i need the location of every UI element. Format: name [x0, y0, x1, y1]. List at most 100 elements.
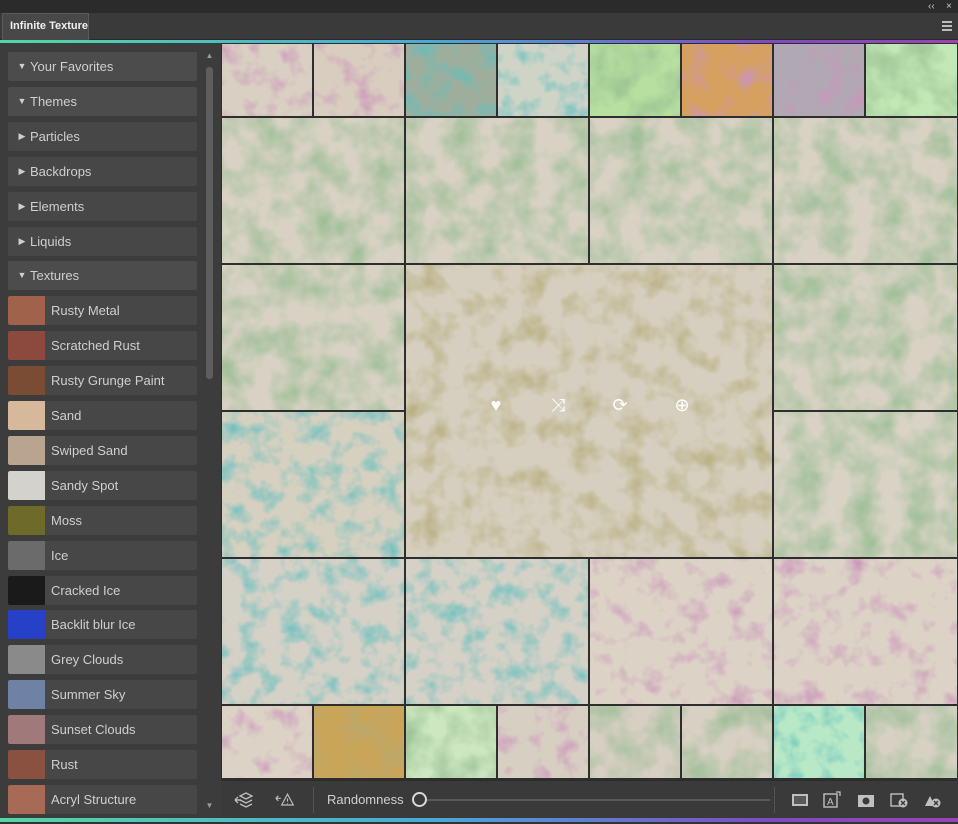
category-themes[interactable]: ▼ Themes	[8, 86, 197, 116]
texture-tile[interactable]	[222, 559, 404, 704]
texture-item-summer-sky[interactable]: Summer Sky	[8, 680, 197, 710]
shuffle-icon[interactable]: ⤨	[547, 394, 569, 416]
texture-item-backlit-blur-ice[interactable]: Backlit blur Ice	[8, 610, 197, 640]
texture-item-acryl-structure[interactable]: Acryl Structure	[8, 784, 197, 814]
texture-tile[interactable]	[314, 706, 404, 778]
panel-menu-icon[interactable]	[942, 21, 952, 31]
texture-label: Rusty Grunge Paint	[51, 373, 165, 389]
sidebar-scrollbar[interactable]: ▲ ▼	[204, 51, 215, 811]
canvas-icon[interactable]	[790, 791, 810, 809]
texture-tile[interactable]	[406, 44, 496, 116]
layers-export-icon[interactable]	[233, 791, 253, 809]
texture-thumbnail	[8, 645, 45, 675]
collapsed-chevron-icon: ▶	[18, 235, 26, 246]
close-panel-icon[interactable]: ×	[946, 1, 952, 12]
randomness-slider-knob[interactable]	[412, 792, 427, 807]
texture-tile[interactable]	[498, 44, 588, 116]
texture-item-ice[interactable]: Ice	[8, 540, 197, 570]
category-label: Particles	[30, 128, 80, 144]
texture-label: Rusty Metal	[51, 303, 120, 319]
preview-actions: ♥ ⤨ ⟳ ⊕	[406, 265, 772, 558]
texture-tile[interactable]	[866, 44, 957, 116]
texture-thumbnail	[8, 401, 45, 430]
texture-item-scratched-rust[interactable]: Scratched Rust	[8, 331, 197, 361]
import-warning-icon[interactable]	[275, 791, 295, 809]
refresh-icon[interactable]: ⟳	[609, 394, 631, 416]
texture-tile[interactable]	[222, 412, 404, 557]
texture-thumbnail	[8, 540, 45, 570]
texture-label: Sunset Clouds	[51, 722, 136, 738]
camera-icon[interactable]	[856, 791, 876, 809]
texture-tile[interactable]	[774, 44, 864, 116]
texture-tile[interactable]	[590, 118, 772, 263]
texture-tile[interactable]	[222, 265, 404, 410]
texture-thumbnail	[8, 715, 45, 745]
texture-label: Swiped Sand	[51, 442, 128, 458]
texture-tile[interactable]	[406, 559, 588, 704]
texture-tile[interactable]	[774, 412, 957, 557]
texture-item-sandy-spot[interactable]: Sandy Spot	[8, 470, 197, 500]
tab-infinite-texture[interactable]: Infinite Texture	[2, 13, 89, 40]
texture-tile[interactable]	[498, 706, 588, 778]
texture-item-cracked-ice[interactable]: Cracked Ice	[8, 575, 197, 605]
category-backdrops[interactable]: ▶ Backdrops	[8, 156, 197, 186]
texture-tile[interactable]	[406, 118, 588, 263]
favorite-icon[interactable]: ♥	[485, 394, 507, 416]
panel-title-strip: ‹‹ ×	[0, 0, 958, 13]
expanded-chevron-icon: ▼	[17, 270, 27, 281]
texture-tile[interactable]	[774, 265, 957, 410]
texture-label: Ice	[51, 547, 69, 563]
texture-tile[interactable]	[682, 44, 772, 116]
texture-label: Sand	[51, 408, 82, 423]
texture-tile[interactable]	[774, 706, 864, 778]
category-liquids[interactable]: ▶ Liquids	[8, 226, 197, 256]
texture-thumbnail	[8, 610, 45, 640]
texture-tile[interactable]	[222, 706, 312, 778]
clear-style-icon[interactable]	[922, 791, 942, 809]
add-icon[interactable]: ⊕	[671, 394, 693, 416]
category-textures[interactable]: ▼ Textures	[8, 261, 197, 291]
collapse-panel-icon[interactable]: ‹‹	[928, 1, 935, 12]
texture-item-rusty-grunge-paint[interactable]: Rusty Grunge Paint	[8, 366, 197, 396]
tab-bar: Infinite Texture	[0, 13, 958, 40]
category-label: Textures	[30, 268, 80, 284]
scroll-thumb[interactable]	[206, 67, 213, 379]
infinite-texture-panel: ‹‹ × Infinite Texture ▼ Your Favorites ▼ Th…	[0, 0, 958, 824]
texture-item-grey-clouds[interactable]: Grey Clouds	[8, 645, 197, 675]
remove-layer-icon[interactable]	[889, 791, 909, 809]
texture-tile[interactable]	[774, 559, 957, 704]
scroll-down-icon[interactable]: ▼	[204, 801, 215, 811]
texture-tile[interactable]	[406, 706, 496, 778]
texture-item-swiped-sand[interactable]: Swiped Sand	[8, 435, 197, 465]
texture-tile[interactable]	[222, 44, 312, 116]
texture-tile[interactable]	[222, 118, 404, 263]
category-your-favorites[interactable]: ▼ Your Favorites	[8, 52, 197, 81]
category-particles[interactable]: ▶ Particles	[8, 121, 197, 151]
texture-item-sand[interactable]: Sand	[8, 401, 197, 430]
scroll-up-icon[interactable]: ▲	[204, 51, 215, 61]
text-frame-icon[interactable]: A	[822, 791, 842, 809]
randomness-slider-track[interactable]	[420, 799, 770, 801]
texture-label: Backlit blur Ice	[51, 617, 136, 633]
texture-item-sunset-clouds[interactable]: Sunset Clouds	[8, 715, 197, 745]
texture-tile[interactable]	[590, 44, 680, 116]
texture-tile[interactable]	[774, 118, 957, 263]
texture-thumbnail	[8, 784, 45, 814]
texture-tile[interactable]	[682, 706, 772, 778]
texture-label: Rust	[51, 757, 78, 772]
texture-tile[interactable]	[866, 706, 957, 778]
texture-label: Summer Sky	[51, 687, 126, 703]
texture-label: Sandy Spot	[51, 477, 119, 493]
texture-thumbnail	[8, 366, 45, 396]
texture-item-moss[interactable]: Moss	[8, 505, 197, 535]
texture-thumbnail	[8, 750, 45, 779]
category-elements[interactable]: ▶ Elements	[8, 191, 197, 221]
texture-item-rusty-metal[interactable]: Rusty Metal	[8, 296, 197, 326]
texture-tile[interactable]	[590, 706, 680, 778]
texture-tile[interactable]	[314, 44, 404, 116]
texture-tile[interactable]	[590, 559, 772, 704]
texture-item-rust[interactable]: Rust	[8, 750, 197, 779]
randomness-label: Randomness	[327, 792, 404, 807]
category-label: Backdrops	[30, 163, 92, 179]
texture-label: Acryl Structure	[51, 791, 137, 807]
